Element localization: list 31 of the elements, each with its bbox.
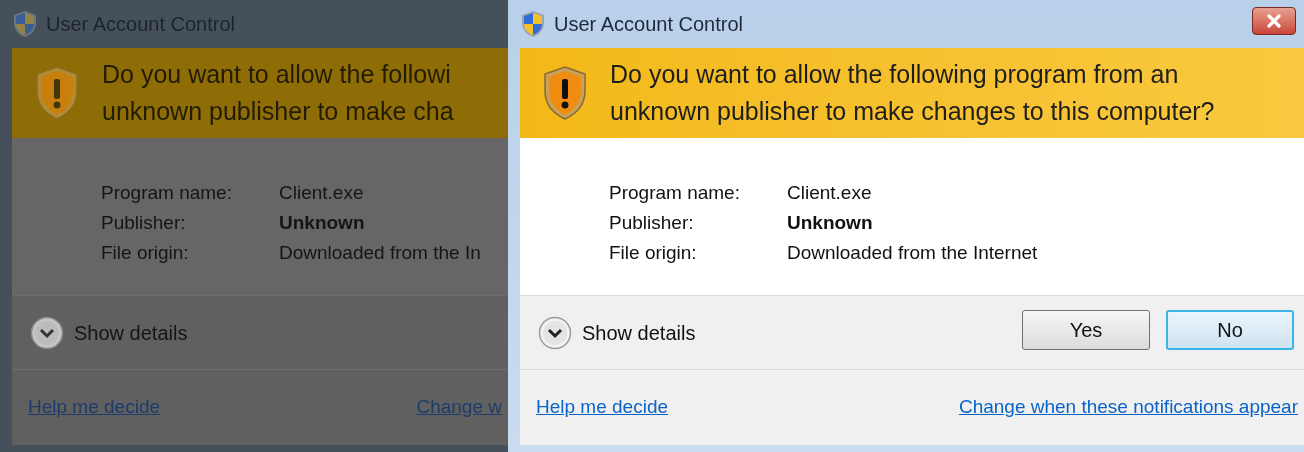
- field-label: Publisher:: [609, 211, 695, 235]
- question-text: Do you want to allow the followi: [102, 59, 452, 90]
- field-value: Downloaded from the Internet: [787, 241, 1039, 265]
- notification-settings-link[interactable]: Change when these notifications appear: [958, 393, 1298, 422]
- help-link[interactable]: Help me decide: [536, 393, 669, 422]
- dialog-button[interactable]: No: [1166, 309, 1294, 350]
- field-label: File origin:: [101, 241, 190, 265]
- question-text: unknown publisher to make changes to this computer?: [610, 96, 1215, 127]
- field-value: Client.exe: [787, 181, 873, 205]
- shield-icon: [520, 10, 546, 38]
- window-title: User Account Control: [554, 12, 743, 37]
- close-icon: [1266, 14, 1282, 28]
- field-value: Unknown: [279, 211, 366, 235]
- field-value: Unknown: [787, 211, 874, 235]
- show-details-button[interactable]: Show details: [30, 315, 188, 350]
- show-details-button[interactable]: Show details: [538, 315, 696, 350]
- field-label: Program name:: [101, 181, 233, 205]
- field-value: Client.exe: [279, 181, 365, 205]
- dialog-button[interactable]: Yes: [1022, 309, 1150, 350]
- warning-shield-icon: [542, 65, 588, 121]
- question-text: unknown publisher to make cha: [102, 96, 454, 127]
- field-label: File origin:: [609, 241, 698, 265]
- chevron-down-icon: [538, 315, 572, 350]
- close-button[interactable]: [1252, 7, 1296, 35]
- warning-shield-icon: [34, 65, 80, 121]
- field-value: Downloaded from the In: [279, 241, 482, 265]
- chevron-down-icon: [30, 315, 64, 350]
- field-label: Publisher:: [101, 211, 187, 235]
- shield-icon: [12, 10, 38, 38]
- question-text: Do you want to allow the following program from an: [610, 59, 1180, 90]
- field-label: Program name:: [609, 181, 741, 205]
